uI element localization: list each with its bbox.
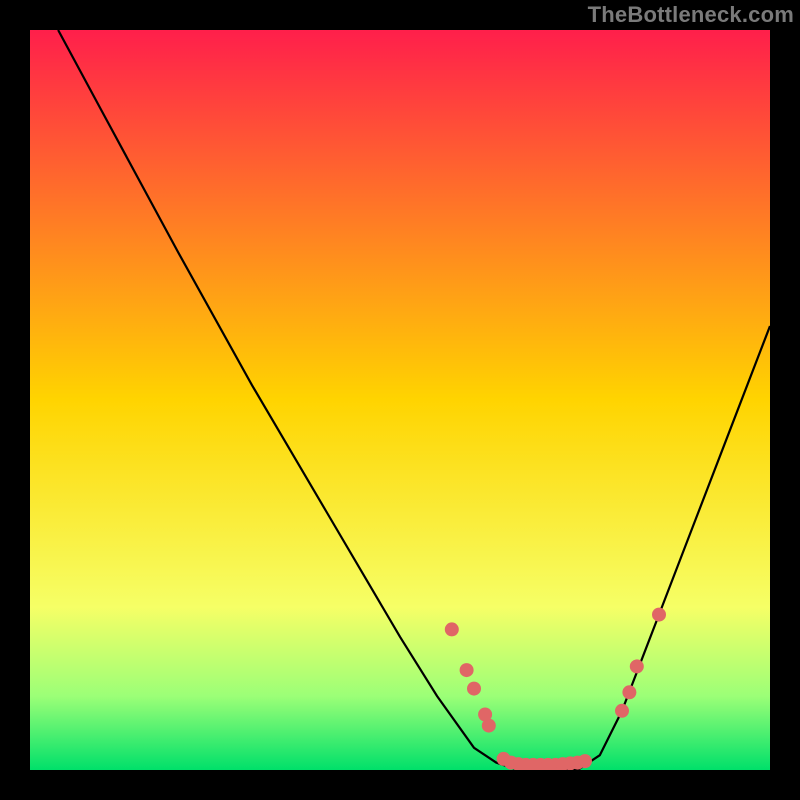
data-point	[630, 659, 644, 673]
data-point	[578, 754, 592, 768]
data-point	[652, 608, 666, 622]
data-point	[615, 704, 629, 718]
chart-container: TheBottleneck.com	[0, 0, 800, 800]
bottleneck-chart	[0, 0, 800, 800]
watermark-label: TheBottleneck.com	[588, 2, 794, 28]
data-point	[467, 682, 481, 696]
plot-background	[30, 30, 770, 770]
data-point	[445, 622, 459, 636]
data-point	[482, 719, 496, 733]
data-point	[460, 663, 474, 677]
data-point	[622, 685, 636, 699]
